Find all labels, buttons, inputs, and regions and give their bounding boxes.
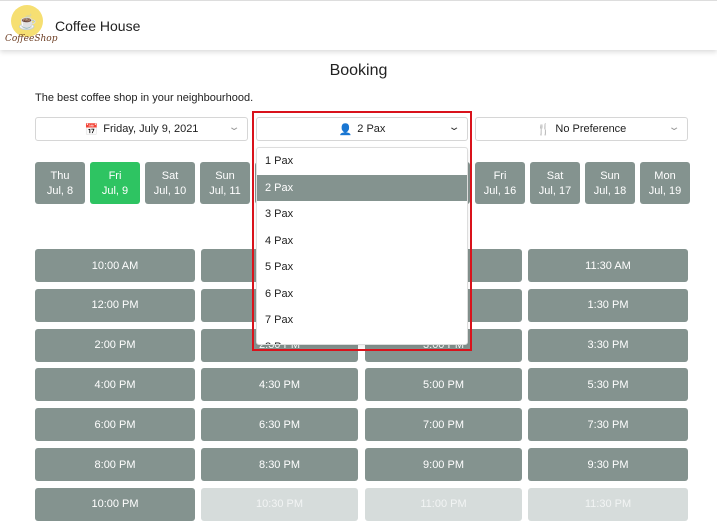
calendar-icon: 📅: [84, 123, 99, 136]
date-button[interactable]: Thu Jul, 8: [35, 162, 85, 204]
date-date-label: Jul, 16: [483, 185, 517, 197]
time-slot-button[interactable]: 1:30 PM: [528, 288, 688, 322]
time-slot-button[interactable]: 4:00 PM: [35, 368, 195, 402]
pax-dropdown-menu: 1 Pax2 Pax3 Pax4 Pax5 Pax6 Pax7 Pax8 Pax: [256, 147, 468, 345]
date-date-label: Jul, 18: [593, 185, 627, 197]
chevron-down-icon: ⌄: [227, 122, 241, 133]
date-day-label: Thu: [50, 170, 70, 182]
time-slot-button: 10:30 PM: [201, 487, 358, 521]
brand-name: Coffee House: [55, 18, 141, 34]
pax-option[interactable]: 7 Pax: [257, 307, 467, 334]
time-slot-button: 11:00 PM: [365, 487, 522, 521]
logo-text: CoffeeShop: [5, 34, 58, 44]
utensils-icon: 🍴: [536, 123, 551, 136]
chevron-down-icon: ⌄: [447, 122, 461, 133]
time-slot-button[interactable]: 9:30 PM: [528, 448, 688, 481]
pax-option[interactable]: 2 Pax: [257, 174, 467, 201]
date-day-label: Fri: [108, 170, 122, 182]
user-icon: 👤: [338, 123, 353, 136]
time-slot-button[interactable]: 7:00 PM: [365, 408, 522, 442]
pax-option[interactable]: 4 Pax: [257, 228, 467, 255]
time-slot-button[interactable]: 4:30 PM: [201, 368, 358, 402]
chevron-down-icon: ⌄: [667, 122, 681, 133]
date-day-label: Sat: [161, 170, 179, 182]
date-day-label: Mon: [654, 170, 676, 182]
time-slot-button[interactable]: 12:00 PM: [35, 288, 195, 322]
date-button[interactable]: Sun Jul, 18: [585, 162, 635, 204]
pax-option[interactable]: 1 Pax: [257, 148, 467, 175]
date-date-label: Jul, 8: [46, 185, 74, 197]
date-select-value: Friday, July 9, 2021: [103, 123, 199, 135]
pax-option[interactable]: 6 Pax: [257, 281, 467, 308]
time-slot-button[interactable]: 7:30 PM: [528, 408, 688, 442]
time-slot-button[interactable]: 10:00 PM: [35, 487, 195, 521]
coffee-shop-logo[interactable]: ☕ CoffeeShop: [5, 4, 57, 48]
time-slot-button[interactable]: 5:30 PM: [528, 368, 688, 402]
date-day-label: Sun: [215, 170, 235, 182]
time-slot-button[interactable]: 9:00 PM: [365, 448, 522, 481]
date-button[interactable]: Fri Jul, 16: [475, 162, 525, 204]
preference-select[interactable]: 🍴 No Preference ⌄: [475, 117, 688, 141]
time-slot-button[interactable]: 11:30 AM: [528, 249, 688, 282]
time-slot-button[interactable]: 2:00 PM: [35, 328, 195, 362]
page-title: Booking: [329, 62, 388, 79]
pax-option[interactable]: 8 Pax: [257, 334, 467, 344]
pax-option[interactable]: 3 Pax: [257, 201, 467, 228]
date-button[interactable]: Fri Jul, 9: [90, 162, 140, 204]
date-date-label: Jul, 9: [101, 185, 129, 197]
pax-option[interactable]: 5 Pax: [257, 254, 467, 281]
time-slot-button[interactable]: 10:00 AM: [35, 249, 195, 282]
coffee-cup-icon: ☕: [18, 14, 37, 31]
date-button[interactable]: Sat Jul, 10: [145, 162, 195, 204]
time-slot-button[interactable]: 5:00 PM: [365, 368, 522, 402]
tagline: The best coffee shop in your neighbourho…: [35, 92, 254, 104]
time-slot-button: 11:30 PM: [528, 487, 688, 521]
date-button[interactable]: Sun Jul, 11: [200, 162, 250, 204]
date-day-label: Sat: [546, 170, 564, 182]
time-slot-button[interactable]: 6:00 PM: [35, 408, 195, 442]
pax-select-value: 2 Pax: [357, 123, 386, 135]
date-day-label: Sun: [600, 170, 620, 182]
date-date-label: Jul, 19: [648, 185, 682, 197]
date-select[interactable]: 📅 Friday, July 9, 2021 ⌄: [35, 117, 248, 141]
time-slot-button[interactable]: 3:30 PM: [528, 328, 688, 362]
time-slot-button[interactable]: 8:00 PM: [35, 448, 195, 481]
date-date-label: Jul, 11: [209, 185, 241, 197]
date-day-label: Fri: [493, 170, 507, 182]
time-slot-button[interactable]: 8:30 PM: [201, 448, 358, 481]
preference-select-value: No Preference: [555, 123, 627, 135]
time-slot-button[interactable]: 6:30 PM: [201, 408, 358, 442]
date-date-label: Jul, 10: [153, 185, 187, 197]
app-header: ☕ CoffeeShop Coffee House: [0, 0, 717, 50]
date-button[interactable]: Mon Jul, 19: [640, 162, 690, 204]
date-date-label: Jul, 17: [538, 185, 572, 197]
date-button[interactable]: Sat Jul, 17: [530, 162, 580, 204]
pax-select[interactable]: 👤 2 Pax ⌄: [256, 117, 468, 141]
